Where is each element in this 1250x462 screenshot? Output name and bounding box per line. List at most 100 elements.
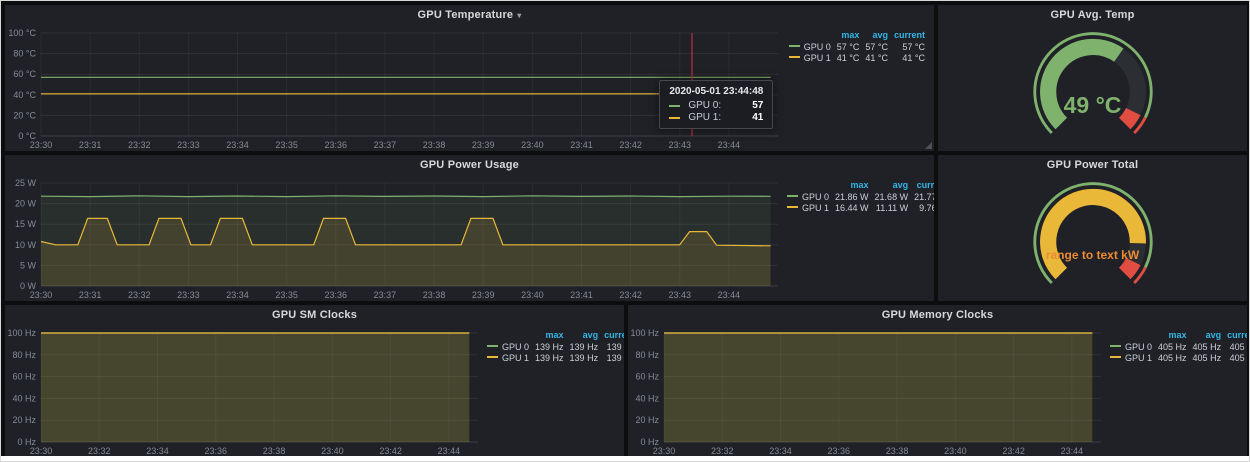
- svg-text:15 W: 15 W: [15, 219, 37, 229]
- svg-text:23:44: 23:44: [438, 446, 461, 456]
- svg-text:23:40: 23:40: [321, 446, 344, 456]
- svg-text:80 Hz: 80 Hz: [635, 350, 659, 360]
- legend-header-avg[interactable]: avg: [567, 330, 602, 342]
- series-color-dash: [487, 345, 498, 347]
- legend-value-avg: 57 °C: [862, 42, 891, 53]
- legend-value-max: 139 Hz: [532, 353, 567, 364]
- legend-header-max[interactable]: max: [532, 330, 567, 342]
- panel-title-text: GPU Avg. Temp: [1050, 9, 1134, 21]
- svg-text:23:32: 23:32: [128, 290, 151, 300]
- svg-text:20 °C: 20 °C: [13, 110, 36, 120]
- panel-title-gpu-sm-clocks[interactable]: GPU SM Clocks: [5, 305, 624, 325]
- legend: maxavgcurrentGPU 057 °C57 °C57 °CGPU 141…: [784, 25, 934, 151]
- svg-text:23:30: 23:30: [30, 446, 53, 456]
- svg-text:23:33: 23:33: [177, 140, 200, 150]
- avg-temp-gauge: [988, 25, 1198, 151]
- gauge-area: range to text kW: [938, 175, 1247, 301]
- svg-text:23:31: 23:31: [79, 140, 102, 150]
- svg-text:23:36: 23:36: [828, 446, 851, 456]
- svg-text:23:32: 23:32: [128, 140, 151, 150]
- chart-area[interactable]: 100 Hz80 Hz60 Hz40 Hz20 Hz0 Hz23:3023:32…: [5, 325, 484, 457]
- legend-series-toggle[interactable]: GPU 1: [484, 353, 532, 364]
- tooltip-row: GPU 1: 41: [669, 112, 763, 123]
- memory-clocks-chart[interactable]: 100 Hz80 Hz60 Hz40 Hz20 Hz0 Hz23:3023:32…: [628, 325, 1107, 457]
- legend-value-max: 405 Hz: [1155, 342, 1190, 353]
- svg-text:23:34: 23:34: [146, 446, 169, 456]
- svg-text:23:43: 23:43: [668, 140, 691, 150]
- power-total-gauge: [988, 175, 1198, 301]
- legend-header-avg[interactable]: avg: [1190, 330, 1225, 342]
- panel-title-gpu-memory-clocks[interactable]: GPU Memory Clocks: [628, 305, 1247, 325]
- tooltip-row: GPU 0: 57: [669, 100, 763, 111]
- legend-value-max: 57 °C: [834, 42, 863, 53]
- svg-text:23:34: 23:34: [226, 140, 249, 150]
- sm-clocks-chart[interactable]: 100 Hz80 Hz60 Hz40 Hz20 Hz0 Hz23:3023:32…: [5, 325, 484, 457]
- svg-text:23:44: 23:44: [718, 290, 741, 300]
- legend-header-max[interactable]: max: [1155, 330, 1190, 342]
- legend-header-current[interactable]: current: [911, 180, 934, 192]
- legend-header-current[interactable]: current: [891, 30, 928, 42]
- svg-text:80 °C: 80 °C: [13, 49, 36, 59]
- legend-row: GPU 1405 Hz405 Hz405 Hz: [1107, 353, 1247, 364]
- svg-text:23:36: 23:36: [325, 140, 348, 150]
- legend: maxavgcurrentGPU 0405 Hz405 Hz405 HzGPU …: [1107, 325, 1247, 457]
- tooltip-timestamp: 2020-05-01 23:44:48: [669, 86, 763, 97]
- legend-header-avg[interactable]: avg: [872, 180, 912, 192]
- legend-header-current[interactable]: current: [1224, 330, 1247, 342]
- legend-series-toggle[interactable]: GPU 0: [786, 42, 834, 53]
- series-color-dash: [669, 117, 680, 119]
- tooltip-series-label: GPU 0:: [688, 100, 721, 111]
- panel-gpu-power-usage: GPU Power Usage 25 W20 W15 W10 W5 W0 W23…: [5, 155, 934, 301]
- legend: maxavgcurrentGPU 021.86 W21.68 W21.77 WG…: [784, 175, 934, 301]
- legend-series-toggle[interactable]: GPU 1: [786, 53, 834, 64]
- power-usage-chart[interactable]: 25 W20 W15 W10 W5 W0 W23:3023:3123:3223:…: [5, 175, 784, 301]
- legend-header-max[interactable]: max: [832, 180, 872, 192]
- svg-text:20 W: 20 W: [15, 199, 37, 209]
- legend-value-max: 16.44 W: [832, 203, 872, 214]
- svg-text:80 Hz: 80 Hz: [12, 350, 36, 360]
- svg-text:23:44: 23:44: [718, 140, 741, 150]
- legend-series-toggle[interactable]: GPU 1: [784, 203, 832, 214]
- legend-value-current: 405 Hz: [1224, 342, 1247, 353]
- panel-title-gpu-power-total[interactable]: GPU Power Total: [938, 155, 1247, 175]
- panel-gpu-memory-clocks: GPU Memory Clocks 100 Hz80 Hz60 Hz40 Hz2…: [628, 305, 1247, 457]
- panel-title-gpu-power-usage[interactable]: GPU Power Usage: [5, 155, 934, 175]
- panel-resize-handle[interactable]: [925, 142, 932, 149]
- legend-value-current: 405 Hz: [1224, 353, 1247, 364]
- svg-text:23:36: 23:36: [205, 446, 228, 456]
- chart-area[interactable]: 100 Hz80 Hz60 Hz40 Hz20 Hz0 Hz23:3023:32…: [628, 325, 1107, 457]
- grafana-dashboard: GPU Temperature ▾ 100 °C80 °C60 °C40 °C2…: [0, 0, 1250, 462]
- svg-text:23:31: 23:31: [79, 290, 102, 300]
- legend-value-avg: 11.11 W: [872, 203, 912, 214]
- legend-header-current[interactable]: current: [601, 330, 624, 342]
- panel-title-gpu-temperature[interactable]: GPU Temperature ▾: [5, 5, 934, 25]
- legend-header-avg[interactable]: avg: [862, 30, 891, 42]
- panel-title-text: GPU Temperature: [418, 9, 514, 21]
- legend-value-avg: 139 Hz: [567, 342, 602, 353]
- legend-series-toggle[interactable]: GPU 0: [1107, 342, 1155, 353]
- svg-text:23:41: 23:41: [570, 290, 593, 300]
- legend-series-toggle[interactable]: GPU 0: [484, 342, 532, 353]
- chart-area[interactable]: 100 °C80 °C60 °C40 °C20 °C0 °C23:3023:31…: [5, 25, 784, 151]
- legend-series-toggle[interactable]: GPU 0: [784, 192, 832, 203]
- svg-text:60 Hz: 60 Hz: [635, 372, 659, 382]
- legend-series-toggle[interactable]: GPU 1: [1107, 353, 1155, 364]
- svg-text:23:32: 23:32: [711, 446, 734, 456]
- legend-value-current: 57 °C: [891, 42, 928, 53]
- chart-area[interactable]: 25 W20 W15 W10 W5 W0 W23:3023:3123:3223:…: [5, 175, 784, 301]
- svg-text:23:34: 23:34: [226, 290, 249, 300]
- svg-text:23:37: 23:37: [374, 290, 397, 300]
- svg-text:23:38: 23:38: [423, 140, 446, 150]
- legend-row: GPU 141 °C41 °C41 °C: [786, 53, 928, 64]
- panel-title-text: GPU Power Usage: [420, 159, 519, 171]
- legend-value-current: 21.77 W: [911, 192, 934, 203]
- svg-text:25 W: 25 W: [15, 178, 37, 188]
- svg-text:23:42: 23:42: [379, 446, 402, 456]
- legend-value-current: 9.76 W: [911, 203, 934, 214]
- svg-text:23:41: 23:41: [570, 140, 593, 150]
- svg-text:40 Hz: 40 Hz: [12, 393, 36, 403]
- panel-title-gpu-avg-temp[interactable]: GPU Avg. Temp: [938, 5, 1247, 25]
- legend-header-max[interactable]: max: [834, 30, 863, 42]
- panel-title-text: GPU Memory Clocks: [882, 309, 994, 321]
- legend-row: GPU 116.44 W11.11 W9.76 W: [784, 203, 934, 214]
